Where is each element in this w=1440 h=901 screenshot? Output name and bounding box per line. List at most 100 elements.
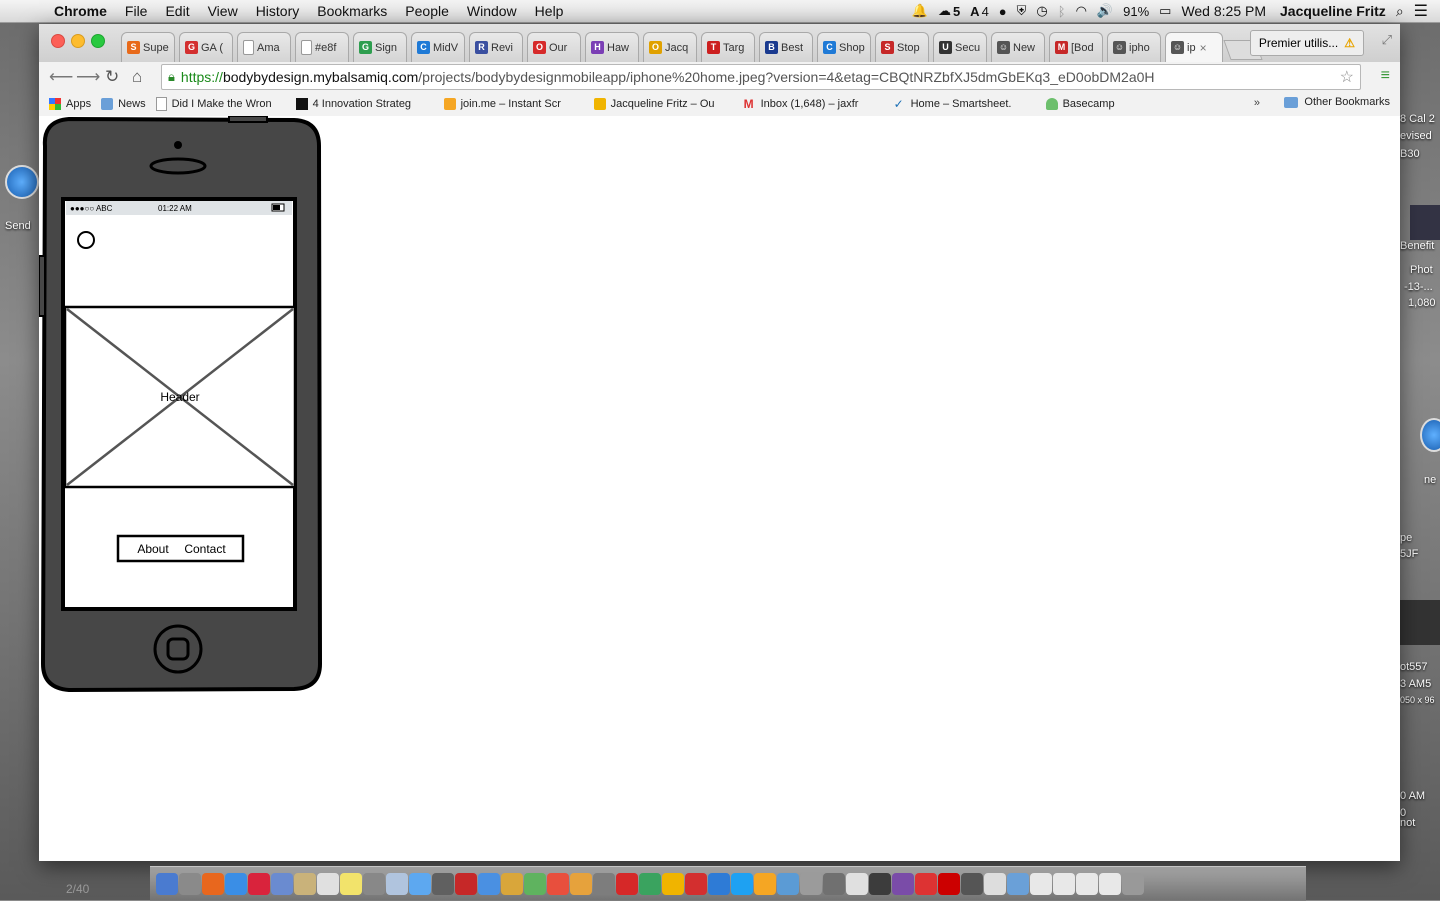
dock-app-icon[interactable]	[1007, 873, 1029, 895]
browser-tab[interactable]: U Secu	[933, 32, 987, 62]
time-machine-icon[interactable]: ◷	[1036, 3, 1047, 19]
dock-app-icon[interactable]	[961, 873, 983, 895]
dock-app-icon[interactable]	[478, 873, 500, 895]
bookmark-item[interactable]: Did I Make the Wron	[155, 97, 286, 111]
contact-button[interactable]: Contact	[184, 542, 226, 556]
dock-app-icon[interactable]	[708, 873, 730, 895]
menubar-user-name[interactable]: Jacqueline Fritz	[1280, 3, 1386, 19]
browser-tab[interactable]: C MidV	[411, 32, 465, 62]
dock-app-icon[interactable]	[271, 873, 293, 895]
dock-app-icon[interactable]	[662, 873, 684, 895]
dock-app-icon[interactable]	[1076, 873, 1098, 895]
dock-app-icon[interactable]	[800, 873, 822, 895]
dock-app-icon[interactable]	[1122, 873, 1144, 895]
back-button[interactable]: ⟵	[49, 67, 73, 87]
dock-app-icon[interactable]	[869, 873, 891, 895]
about-button[interactable]: About	[137, 542, 169, 556]
browser-tab-active[interactable]: ☺ ip ×	[1165, 32, 1223, 62]
dock-app-icon[interactable]	[1053, 873, 1075, 895]
dock-app-icon[interactable]	[156, 873, 178, 895]
dock-app-icon[interactable]	[386, 873, 408, 895]
bookmark-item[interactable]: ✓ Home – Smartsheet.	[894, 98, 1036, 110]
browser-tab[interactable]: S Stop	[875, 32, 929, 62]
browser-tab[interactable]: H Haw	[585, 32, 639, 62]
forward-button[interactable]: ⟶	[76, 67, 100, 87]
browser-tab[interactable]: ☺ New	[991, 32, 1045, 62]
browser-tab[interactable]: O Our	[527, 32, 581, 62]
browser-tab[interactable]: G GA (	[179, 32, 233, 62]
menu-file[interactable]: File	[125, 3, 148, 19]
browser-tab[interactable]: G Sign	[353, 32, 407, 62]
close-tab-icon[interactable]: ×	[1200, 41, 1207, 55]
dock-app-icon[interactable]	[938, 873, 960, 895]
adobe-icon[interactable]: A	[970, 4, 979, 19]
dock-app-icon[interactable]	[547, 873, 569, 895]
dock-app-icon[interactable]	[501, 873, 523, 895]
menu-history[interactable]: History	[256, 3, 300, 19]
dock-app-icon[interactable]	[1030, 873, 1052, 895]
dock-app-icon[interactable]	[225, 873, 247, 895]
browser-tab[interactable]: ☺ ipho	[1107, 32, 1161, 62]
dock-app-icon[interactable]	[179, 873, 201, 895]
close-window-button[interactable]	[51, 34, 65, 48]
dock-app-icon[interactable]	[685, 873, 707, 895]
desktop-thumbnail[interactable]	[1400, 600, 1440, 645]
dock-app-icon[interactable]	[892, 873, 914, 895]
bookmark-star-icon[interactable]: ☆	[1340, 67, 1354, 87]
desktop-safari-icon-right[interactable]	[1420, 418, 1440, 452]
menu-app-name[interactable]: Chrome	[54, 3, 107, 19]
dock-app-icon[interactable]	[823, 873, 845, 895]
dock-app-icon[interactable]	[340, 873, 362, 895]
menu-help[interactable]: Help	[535, 3, 564, 19]
bookmarks-overflow-button[interactable]: »	[1254, 97, 1260, 109]
browser-tab[interactable]: T Targ	[701, 32, 755, 62]
zoom-window-button[interactable]	[91, 34, 105, 48]
dock-app-icon[interactable]	[409, 873, 431, 895]
reload-button[interactable]: ↻	[105, 67, 119, 87]
bookmark-item[interactable]: Jacqueline Fritz – Ou	[593, 98, 734, 110]
dock-app-icon[interactable]	[754, 873, 776, 895]
menubar-clock[interactable]: Wed 8:25 PM	[1181, 3, 1266, 19]
other-bookmarks-folder[interactable]: Other Bookmarks	[1284, 96, 1390, 108]
browser-tab[interactable]: B Best	[759, 32, 813, 62]
dock-app-icon[interactable]	[317, 873, 339, 895]
menu-bookmarks[interactable]: Bookmarks	[317, 3, 387, 19]
address-bar[interactable]: 🔒︎ https:// bodybydesign.mybalsamiq.com …	[161, 64, 1361, 90]
dock-app-icon[interactable]	[777, 873, 799, 895]
dock-app-icon[interactable]	[455, 873, 477, 895]
chrome-menu-icon[interactable]: ≡	[1381, 67, 1390, 85]
dock-app-icon[interactable]	[294, 873, 316, 895]
bookmark-apps[interactable]: Apps	[49, 98, 91, 110]
browser-tab[interactable]: S Supe	[121, 32, 175, 62]
shield-icon[interactable]: ⛨	[1017, 3, 1027, 19]
dock-app-icon[interactable]	[731, 873, 753, 895]
volume-icon[interactable]: 🔊	[1097, 3, 1113, 19]
dock-app-icon[interactable]	[846, 873, 868, 895]
menu-circle-icon[interactable]	[77, 231, 95, 249]
browser-tab[interactable]: O Jacq	[643, 32, 697, 62]
dock-app-icon[interactable]	[915, 873, 937, 895]
menu-people[interactable]: People	[405, 3, 449, 19]
notification-bell-icon[interactable]: 🔔	[912, 3, 928, 19]
bookmark-news-folder[interactable]: News	[101, 98, 146, 110]
minimize-window-button[interactable]	[71, 34, 85, 48]
desktop-thumbnail[interactable]	[1410, 205, 1440, 240]
dock-app-icon[interactable]	[248, 873, 270, 895]
dock-app-icon[interactable]	[363, 873, 385, 895]
browser-tab[interactable]: Ama	[237, 32, 291, 62]
dock-app-icon[interactable]	[570, 873, 592, 895]
dock-app-icon[interactable]	[432, 873, 454, 895]
battery-icon[interactable]: ▭	[1159, 3, 1171, 19]
browser-tab[interactable]: C Shop	[817, 32, 871, 62]
spotlight-search-icon[interactable]: ⌕	[1396, 3, 1404, 20]
menu-edit[interactable]: Edit	[165, 3, 189, 19]
bookmark-item[interactable]: Basecamp	[1045, 98, 1115, 110]
browser-tab[interactable]: M [Bod	[1049, 32, 1103, 62]
bookmark-item[interactable]: 4 Innovation Strateg	[295, 98, 434, 110]
dock-app-icon[interactable]	[1099, 873, 1121, 895]
browser-tab[interactable]: #e8f	[295, 32, 349, 62]
dock-app-icon[interactable]	[593, 873, 615, 895]
lock-icon[interactable]: 🔒︎	[168, 69, 175, 85]
wifi-icon[interactable]: ◠	[1076, 3, 1087, 19]
notification-center-icon[interactable]: ☰	[1414, 1, 1428, 21]
